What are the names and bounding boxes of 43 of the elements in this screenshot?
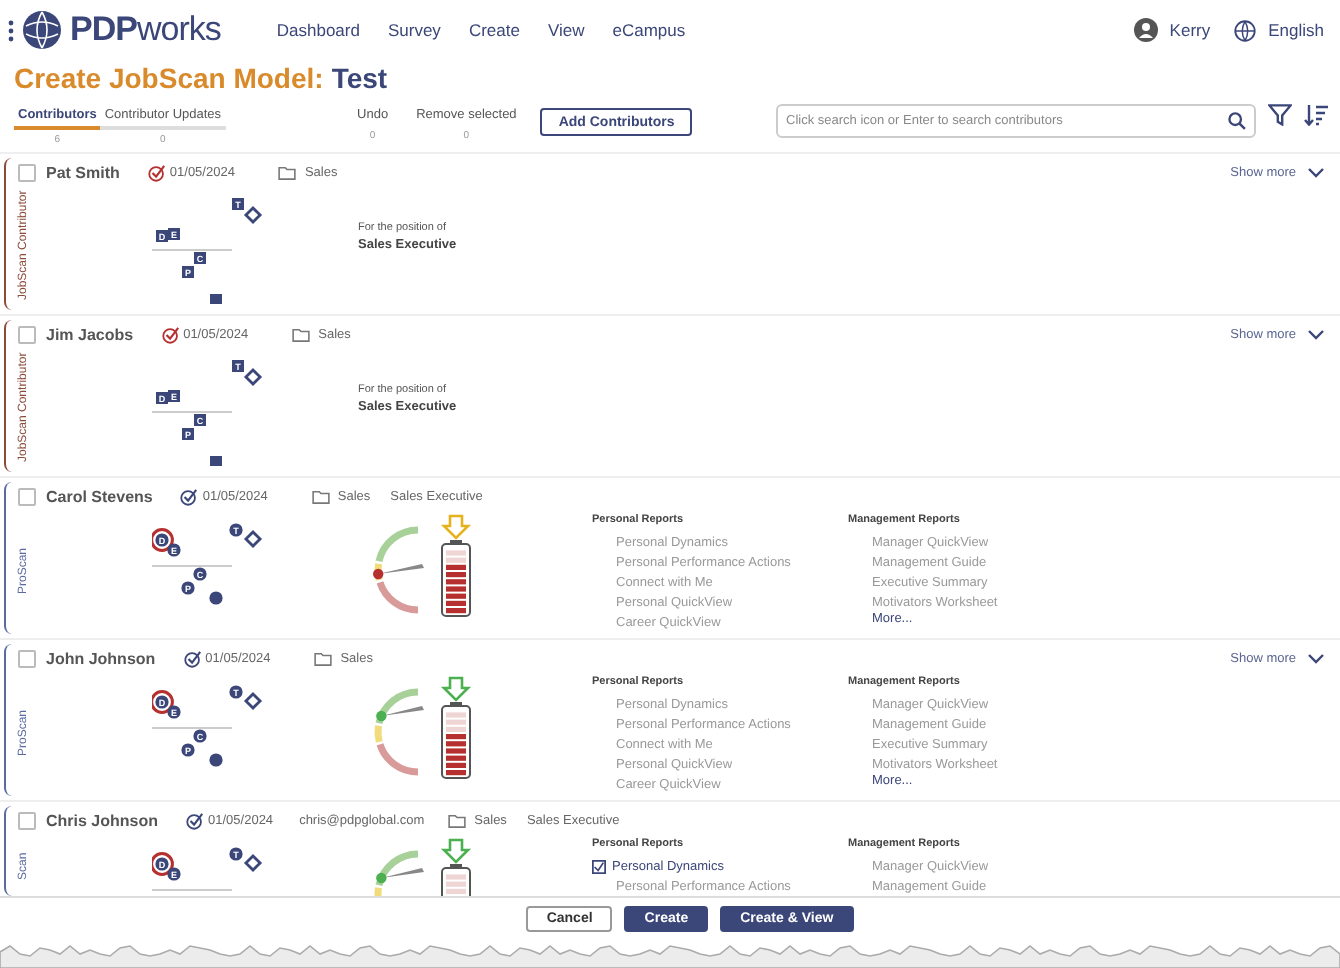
globe-icon[interactable] — [1234, 19, 1257, 41]
language-selector[interactable]: English — [1268, 20, 1324, 40]
model-name: Test — [331, 62, 388, 94]
battery-drawing — [436, 514, 476, 622]
globe-logo-icon — [22, 10, 62, 50]
user-name[interactable]: Kerry — [1169, 20, 1211, 40]
verified-check-icon — [161, 325, 180, 343]
chevron-down-icon[interactable] — [1308, 653, 1324, 663]
verified-check-icon — [183, 649, 202, 667]
chevron-down-icon[interactable] — [1308, 167, 1324, 177]
folder-icon — [314, 651, 333, 665]
sort-icon[interactable] — [1304, 104, 1328, 126]
verified-check-icon — [180, 487, 199, 505]
nav-link[interactable]: View — [547, 20, 585, 40]
user-avatar-icon[interactable] — [1133, 18, 1158, 42]
battery-drawing — [436, 676, 476, 784]
row-checkbox[interactable] — [18, 487, 36, 505]
brand-name: PDPworks — [70, 10, 221, 50]
contributor-name: Jim Jacobs — [46, 325, 134, 343]
chevron-down-icon[interactable] — [1308, 329, 1324, 339]
nav-link[interactable]: eCampus — [612, 20, 686, 40]
row-checkbox[interactable] — [18, 811, 36, 829]
page-title-prefix: Create JobScan Model: — [14, 62, 324, 94]
nav-link[interactable]: Survey — [387, 20, 441, 40]
nav-link[interactable]: Dashboard — [276, 20, 360, 40]
contributor-name: Carol Stevens — [46, 487, 153, 505]
row-checkbox[interactable] — [18, 649, 36, 667]
filter-icon[interactable] — [1268, 104, 1292, 126]
row-checkbox[interactable] — [18, 325, 36, 343]
checkbox-icon[interactable] — [592, 859, 606, 873]
menu-dots-icon[interactable] — [8, 19, 14, 41]
folder-icon — [278, 165, 297, 179]
folder-icon — [292, 327, 311, 341]
contributor-name: Pat Smith — [46, 163, 120, 181]
folder-icon — [311, 489, 330, 503]
folder-icon — [448, 813, 467, 827]
verified-check-icon — [147, 163, 166, 181]
contributor-name: Chris Johnson — [46, 811, 159, 829]
search-icon[interactable] — [1228, 112, 1246, 130]
contributor-name: John Johnson — [46, 649, 156, 667]
row-checkbox[interactable] — [18, 163, 36, 181]
nav-link[interactable]: Create — [468, 20, 520, 40]
verified-check-icon — [186, 811, 205, 829]
